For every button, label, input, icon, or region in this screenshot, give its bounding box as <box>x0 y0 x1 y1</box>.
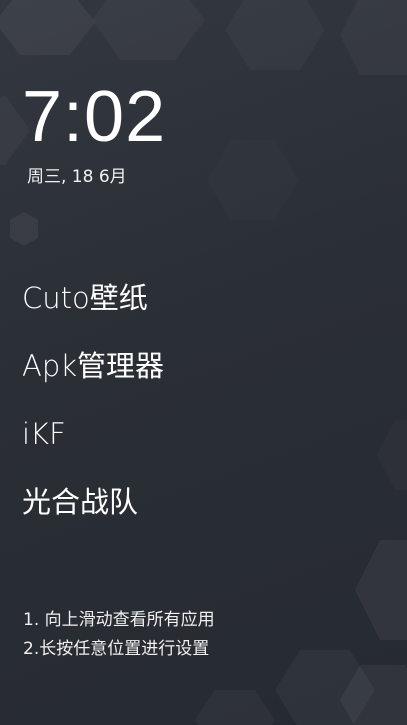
hexagon-shape <box>377 420 407 490</box>
app-item-ikf[interactable]: iKF <box>22 412 164 480</box>
hexagon-shape <box>225 0 325 70</box>
home-screen[interactable]: 7:02 周三, 18 6月 Cuto壁纸 Apk管理器 iKF 光合战队 1.… <box>0 0 407 725</box>
hint-swipe-up: 1. 向上滑动查看所有应用 <box>23 610 215 630</box>
usage-hints: 1. 向上滑动查看所有应用 2.长按任意位置进行设置 <box>23 606 215 664</box>
hexagon-shape <box>195 690 275 725</box>
clock-time[interactable]: 7:02 <box>22 76 166 158</box>
hexagon-shape <box>10 212 38 246</box>
app-list: Cuto壁纸 Apk管理器 iKF 光合战队 <box>22 276 164 548</box>
hexagon-shape <box>0 0 95 55</box>
hexagon-shape <box>355 540 407 640</box>
app-item-cuto-wallpaper[interactable]: Cuto壁纸 <box>22 276 164 344</box>
hexagon-shape <box>340 0 407 75</box>
hint-long-press: 2.长按任意位置进行设置 <box>23 639 210 659</box>
hexagon-shape <box>207 140 298 220</box>
app-item-apk-manager[interactable]: Apk管理器 <box>22 344 164 412</box>
hexagon-shape <box>92 0 205 60</box>
clock-date[interactable]: 周三, 18 6月 <box>27 166 127 188</box>
app-item-guanghe-team[interactable]: 光合战队 <box>22 480 164 548</box>
